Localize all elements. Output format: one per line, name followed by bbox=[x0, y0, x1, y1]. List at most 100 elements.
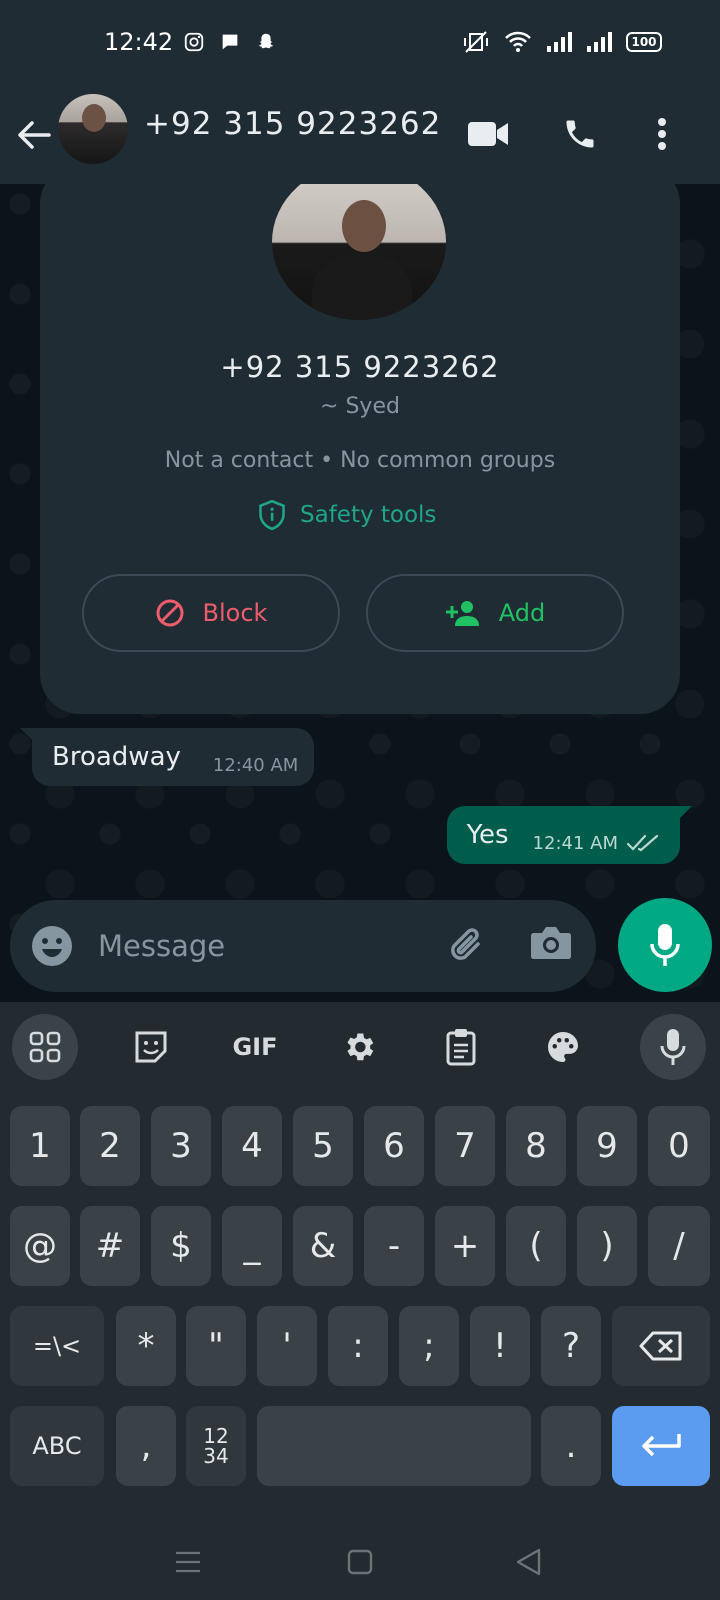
key-2[interactable]: 2 bbox=[80, 1106, 140, 1186]
key-slash[interactable]: / bbox=[648, 1206, 710, 1286]
voice-call-button[interactable] bbox=[556, 110, 604, 158]
message-time: 12:41 AM bbox=[532, 832, 618, 854]
keyboard-settings-button[interactable] bbox=[326, 1014, 392, 1080]
theme-button[interactable] bbox=[530, 1014, 596, 1080]
numpad-key[interactable]: 12 34 bbox=[186, 1406, 246, 1486]
key-underscore[interactable]: _ bbox=[222, 1206, 282, 1286]
key-single-quote[interactable]: ' bbox=[257, 1306, 317, 1386]
key-exclamation[interactable]: ! bbox=[470, 1306, 530, 1386]
double-check-icon bbox=[626, 834, 659, 852]
message-input[interactable] bbox=[98, 920, 428, 972]
gif-button[interactable]: GIF bbox=[222, 1014, 288, 1080]
battery-indicator: 100 bbox=[626, 32, 662, 52]
chat-header: +92 315 9223262 bbox=[0, 90, 720, 184]
instagram-icon bbox=[182, 30, 206, 54]
key-minus[interactable]: - bbox=[364, 1206, 424, 1286]
key-open-paren[interactable]: ( bbox=[506, 1206, 566, 1286]
contact-number: +92 315 9223262 bbox=[220, 350, 500, 384]
clipboard-button[interactable] bbox=[428, 1014, 494, 1080]
phone-icon bbox=[566, 120, 594, 148]
key-8[interactable]: 8 bbox=[506, 1106, 566, 1186]
chat-bubble-icon bbox=[218, 30, 242, 54]
key-comma[interactable]: , bbox=[116, 1406, 176, 1486]
more-vertical-icon bbox=[658, 118, 666, 150]
key-5[interactable]: 5 bbox=[293, 1106, 353, 1186]
key-period[interactable]: . bbox=[541, 1406, 601, 1486]
menu-icon bbox=[176, 1551, 200, 1573]
message-text: Yes bbox=[466, 820, 509, 850]
key-at[interactable]: @ bbox=[10, 1206, 70, 1286]
back-nav-button[interactable] bbox=[510, 1544, 546, 1580]
home-button[interactable] bbox=[342, 1544, 378, 1580]
enter-key[interactable] bbox=[612, 1406, 710, 1486]
key-0[interactable]: 0 bbox=[648, 1106, 710, 1186]
add-contact-button[interactable]: Add bbox=[366, 574, 624, 652]
contact-profile-photo[interactable] bbox=[272, 184, 446, 320]
key-hash[interactable]: # bbox=[80, 1206, 140, 1286]
mute-vibrate-icon bbox=[462, 30, 490, 54]
more-options-button[interactable] bbox=[638, 110, 686, 158]
backspace-key[interactable] bbox=[612, 1306, 710, 1386]
apps-grid-button[interactable] bbox=[12, 1014, 78, 1080]
video-call-button[interactable] bbox=[464, 110, 512, 158]
key-6[interactable]: 6 bbox=[364, 1106, 424, 1186]
square-icon bbox=[347, 1549, 373, 1575]
camera-button[interactable] bbox=[530, 924, 578, 968]
contact-avatar[interactable] bbox=[58, 94, 128, 164]
chat-area[interactable]: +92 315 9223262 ~ Syed Not a contact • N… bbox=[0, 184, 720, 988]
block-button[interactable]: Block bbox=[82, 574, 340, 652]
message-incoming[interactable]: Broadway 12:40 AM bbox=[19, 728, 315, 786]
key-dollar[interactable]: $ bbox=[151, 1206, 211, 1286]
key-close-paren[interactable]: ) bbox=[577, 1206, 637, 1286]
key-question[interactable]: ? bbox=[541, 1306, 601, 1386]
emoji-button[interactable] bbox=[30, 924, 74, 968]
paperclip-icon bbox=[451, 928, 480, 960]
message-text: Broadway bbox=[52, 742, 181, 772]
safety-tools-label: Safety tools bbox=[300, 502, 437, 528]
add-person-icon bbox=[445, 601, 479, 626]
microphone-icon bbox=[660, 1029, 686, 1065]
signal-icon-2 bbox=[586, 32, 612, 52]
key-3[interactable]: 3 bbox=[151, 1106, 211, 1186]
sticker-button[interactable] bbox=[118, 1014, 184, 1080]
contact-meta: Not a contact • No common groups bbox=[164, 448, 556, 473]
contact-alias: ~ Syed bbox=[320, 394, 400, 419]
camera-icon bbox=[531, 927, 571, 959]
abc-key[interactable]: ABC bbox=[10, 1406, 104, 1486]
key-semicolon[interactable]: ; bbox=[399, 1306, 459, 1386]
recent-apps-button[interactable] bbox=[170, 1544, 206, 1580]
back-button[interactable] bbox=[14, 110, 54, 160]
key-ampersand[interactable]: & bbox=[293, 1206, 353, 1286]
key-more-symbols[interactable]: =\< bbox=[10, 1306, 104, 1386]
key-colon[interactable]: : bbox=[328, 1306, 388, 1386]
key-7[interactable]: 7 bbox=[435, 1106, 495, 1186]
key-1[interactable]: 1 bbox=[10, 1106, 70, 1186]
keyboard-voice-button[interactable] bbox=[640, 1014, 706, 1080]
key-double-quote[interactable]: " bbox=[186, 1306, 246, 1386]
safety-tools-link[interactable]: Safety tools bbox=[258, 500, 436, 530]
message-outgoing[interactable]: Yes 12:41 AM bbox=[446, 806, 693, 864]
contact-title[interactable]: +92 315 9223262 bbox=[144, 106, 441, 142]
voice-message-button[interactable] bbox=[618, 898, 712, 992]
message-time-wrap: 12:41 AM bbox=[533, 833, 660, 854]
numpad-key-bottom: 34 bbox=[203, 1444, 229, 1468]
shield-icon bbox=[259, 500, 285, 530]
sticker-icon bbox=[135, 1031, 167, 1063]
key-plus[interactable]: + bbox=[435, 1206, 495, 1286]
message-composer bbox=[10, 900, 596, 992]
attach-button[interactable] bbox=[444, 922, 492, 970]
video-camera-icon bbox=[468, 122, 508, 146]
key-asterisk[interactable]: * bbox=[116, 1306, 176, 1386]
triangle-back-icon bbox=[516, 1548, 541, 1576]
block-icon bbox=[156, 599, 184, 627]
microphone-icon bbox=[650, 924, 680, 966]
contact-info-card: +92 315 9223262 ~ Syed Not a contact • N… bbox=[40, 184, 680, 714]
key-9[interactable]: 9 bbox=[577, 1106, 637, 1186]
key-4[interactable]: 4 bbox=[222, 1106, 282, 1186]
block-label: Block bbox=[202, 599, 268, 627]
space-key[interactable] bbox=[257, 1406, 531, 1486]
status-system-icons: 100 bbox=[462, 30, 662, 54]
emoji-icon bbox=[32, 926, 72, 966]
message-time: 12:40 AM bbox=[212, 754, 299, 776]
keyboard-toolbar: GIF bbox=[0, 1002, 720, 1092]
